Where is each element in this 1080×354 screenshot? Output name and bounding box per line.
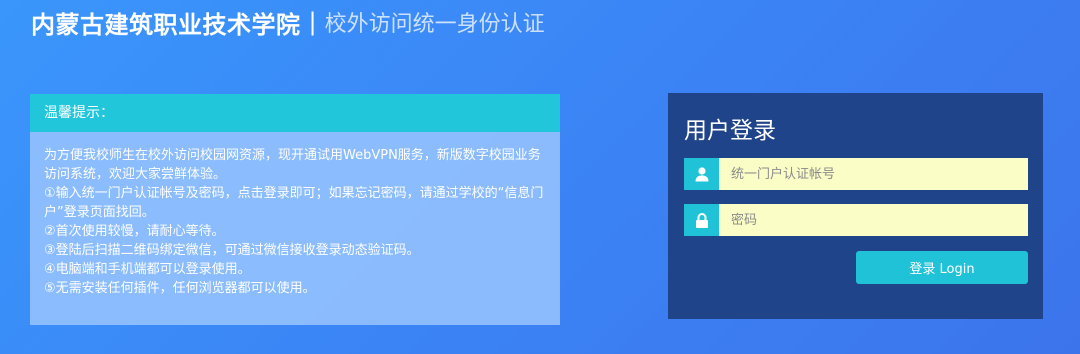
notice-item-1: ①输入统一门户认证帐号及密码，点击登录即可；如果忘记密码，请通过学校的“信息门户…: [44, 186, 544, 220]
school-name: 内蒙古建筑职业技术学院: [31, 10, 301, 39]
login-title: 用户登录: [684, 118, 776, 144]
username-field: [684, 158, 1028, 190]
page-header: 内蒙古建筑职业技术学院 | 校外访问统一身份认证: [31, 4, 545, 40]
password-field: [684, 204, 1028, 236]
user-icon: [684, 158, 719, 190]
page-subtitle: 校外访问统一身份认证: [324, 12, 545, 37]
notice-body: 为方便我校师生在校外访问校园网资源，现开通试用WebVPN服务，新版数字校园业务…: [30, 132, 560, 298]
notice-item-3: ③登陆后扫描二维码绑定微信，可通过微信接收登录动态验证码。: [44, 243, 420, 258]
notice-item-4: ④电脑端和手机端都可以登录使用。: [44, 262, 251, 277]
notice-item-5: ⑤无需安装任何插件，任何浏览器都可以使用。: [44, 281, 316, 296]
notice-title: 温馨提示：: [30, 94, 560, 132]
title-separator: |: [308, 8, 317, 36]
username-input[interactable]: [719, 158, 1028, 190]
login-panel: 用户登录 登录 Login: [668, 93, 1043, 319]
notice-panel: 温馨提示： 为方便我校师生在校外访问校园网资源，现开通试用WebVPN服务，新版…: [30, 94, 560, 325]
login-button[interactable]: 登录 Login: [856, 251, 1028, 284]
lock-icon: [684, 204, 719, 236]
notice-item-2: ②首次使用较慢，请耐心等待。: [44, 224, 225, 239]
notice-paragraph-intro: 为方便我校师生在校外访问校园网资源，现开通试用WebVPN服务，新版数字校园业务…: [44, 148, 541, 182]
password-input[interactable]: [719, 204, 1028, 236]
